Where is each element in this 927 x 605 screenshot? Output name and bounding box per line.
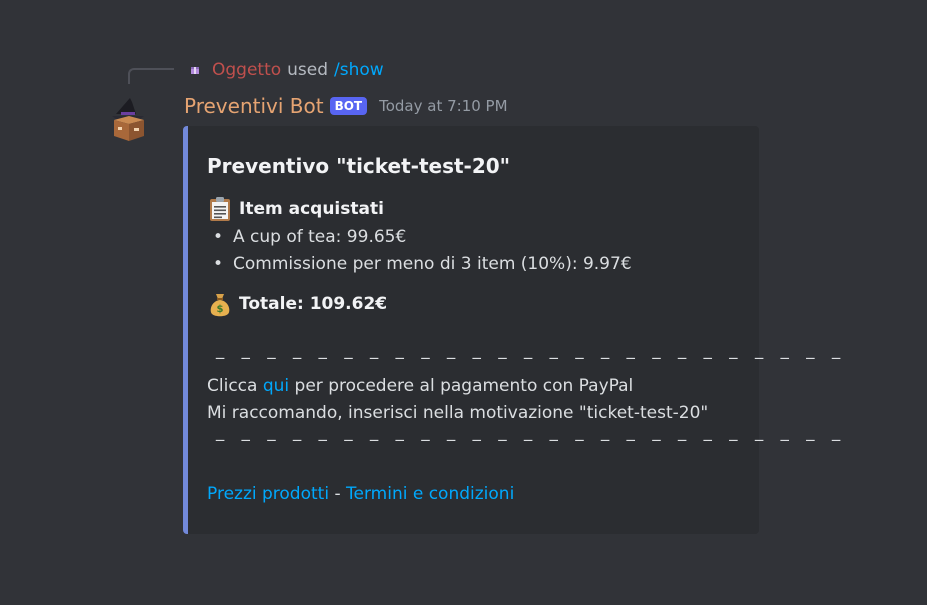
embed-footer-links: Prezzi prodotti - Termini e condizioni	[207, 484, 514, 504]
list-item: • A cup of tea: 99.65€	[213, 227, 407, 247]
payment-prefix: Clicca	[207, 376, 263, 396]
message-timestamp[interactable]: Today at 7:10 PM	[379, 97, 507, 115]
separator-top: ‒ ‒ ‒ ‒ ‒ ‒ ‒ ‒ ‒ ‒ ‒ ‒ ‒ ‒ ‒ ‒ ‒ ‒ ‒ ‒ …	[215, 348, 847, 367]
total-line: $ Totale: 109.62€	[207, 291, 387, 317]
list-item: • Commissione per meno di 3 item (10%): 9…	[213, 254, 632, 274]
reply-command[interactable]: /show	[334, 60, 384, 80]
bot-avatar[interactable]	[108, 96, 150, 144]
clipboard-icon	[207, 196, 233, 222]
reply-context[interactable]: Oggetto used /show	[188, 59, 384, 81]
motivation-note: Mi raccomando, inserisci nella motivazio…	[207, 403, 709, 423]
user-mini-avatar[interactable]	[188, 63, 202, 77]
discord-chat: Oggetto used /show Preventivi Bot BOT To…	[0, 0, 927, 605]
bot-username[interactable]: Preventivi Bot	[184, 94, 324, 118]
separator-bottom: ‒ ‒ ‒ ‒ ‒ ‒ ‒ ‒ ‒ ‒ ‒ ‒ ‒ ‒ ‒ ‒ ‒ ‒ ‒ ‒ …	[215, 430, 847, 449]
list-item-text: A cup of tea: 99.65€	[233, 227, 407, 247]
reply-used-text: used	[287, 60, 329, 80]
items-heading-label: Item acquistati	[239, 199, 384, 219]
embed-title: Preventivo "ticket-test-20"	[207, 154, 511, 178]
reply-spine	[128, 68, 174, 84]
quote-embed: Preventivo "ticket-test-20" Item acquist…	[183, 126, 841, 534]
footer-separator: -	[329, 484, 347, 504]
money-bag-icon: $	[207, 291, 233, 317]
items-heading: Item acquistati	[207, 196, 384, 222]
payment-suffix: per procedere al pagamento con PayPal	[289, 376, 634, 396]
total-label: Totale: 109.62€	[239, 294, 388, 314]
svg-text:$: $	[217, 304, 224, 315]
paypal-link[interactable]: qui	[263, 376, 289, 396]
prices-link[interactable]: Prezzi prodotti	[207, 484, 329, 504]
reply-username[interactable]: Oggetto	[212, 60, 281, 80]
message-header: Preventivi Bot BOT Today at 7:10 PM	[184, 92, 508, 120]
list-item-text: Commissione per meno di 3 item (10%): 9.…	[233, 254, 632, 274]
terms-link[interactable]: Termini e condizioni	[346, 484, 514, 504]
bot-tag-badge: BOT	[329, 97, 368, 115]
payment-line: Clicca qui per procedere al pagamento co…	[207, 376, 633, 396]
